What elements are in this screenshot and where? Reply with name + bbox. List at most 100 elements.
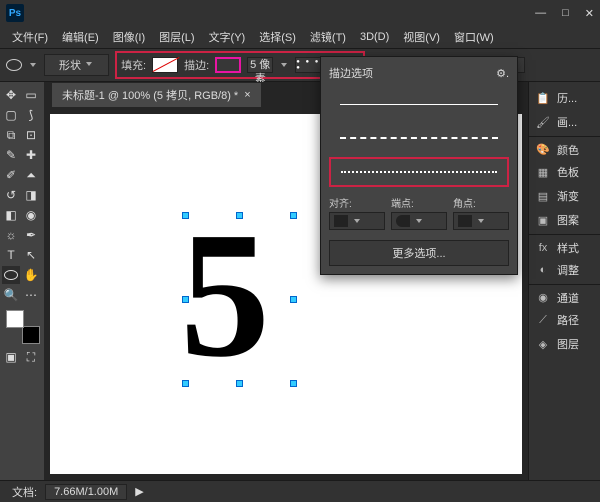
artboard-tool[interactable]: ▭ xyxy=(22,86,40,104)
status-arrow-icon[interactable]: ▶ xyxy=(135,485,143,498)
panel-patterns[interactable]: ▣图案 xyxy=(529,208,600,232)
fg-color[interactable] xyxy=(6,310,24,328)
panel-swatches[interactable]: ▦色板 xyxy=(529,160,600,184)
panel-gradients[interactable]: ▤渐变 xyxy=(529,184,600,208)
quickmask-tool[interactable]: ▣ xyxy=(2,348,20,366)
menu-edit[interactable]: 编辑(E) xyxy=(56,27,105,47)
panel-styles[interactable]: fx样式 xyxy=(529,234,600,258)
panel-layers[interactable]: ◈图层 xyxy=(529,332,600,356)
zoom-tool[interactable]: 🔍 xyxy=(2,286,20,304)
eyedropper-tool[interactable]: ✎ xyxy=(2,146,20,164)
menu-layer[interactable]: 图层(L) xyxy=(153,27,200,47)
crop-tool[interactable]: ⧉ xyxy=(2,126,20,144)
tab-close-icon[interactable]: × xyxy=(244,89,250,101)
panel-channels[interactable]: ◉通道 xyxy=(529,284,600,308)
stamp-tool[interactable]: ⏶ xyxy=(22,166,40,184)
tools-panel: ✥ ▭ ▢ ⟆ ⧉ ⊡ ✎ ✚ ✐ ⏶ ↺ ◨ ◧ ◉ ☼ ✒ T ↖ ✋ 🔍 … xyxy=(0,82,44,480)
stroke-style-solid[interactable] xyxy=(329,89,509,119)
stroke-label: 描边: xyxy=(184,57,209,73)
transform-handle[interactable] xyxy=(182,380,189,387)
menu-image[interactable]: 图像(I) xyxy=(107,27,151,47)
menu-window[interactable]: 窗口(W) xyxy=(448,27,500,47)
stroke-align-select[interactable] xyxy=(329,212,385,230)
eraser-tool[interactable]: ◨ xyxy=(22,186,40,204)
panel-history[interactable]: 📋历... xyxy=(529,86,600,110)
transform-handle[interactable] xyxy=(290,296,297,303)
transform-handle[interactable] xyxy=(290,380,297,387)
blur-tool[interactable]: ◉ xyxy=(22,206,40,224)
more-options-button[interactable]: 更多选项... xyxy=(329,240,509,266)
minimize-button[interactable]: — xyxy=(535,7,546,20)
stroke-swatch[interactable] xyxy=(215,57,241,73)
marquee-tool[interactable]: ▢ xyxy=(2,106,20,124)
color-icon: 🎨 xyxy=(535,143,551,157)
ellipse-tool[interactable] xyxy=(2,266,20,284)
history-icon: 📋 xyxy=(535,91,551,105)
stroke-options-popup: 描边选项 ⚙. 对齐: 端点: 角点: 更多选项... xyxy=(320,56,518,275)
status-doc-label: 文档: xyxy=(12,484,37,500)
gradient-tool[interactable]: ◧ xyxy=(2,206,20,224)
shape-mode-select[interactable]: 形状 xyxy=(44,54,109,76)
layers-icon: ◈ xyxy=(535,337,551,351)
type-tool[interactable]: T xyxy=(2,246,20,264)
tool-preset-dropdown[interactable] xyxy=(28,60,38,70)
panel-brushes[interactable]: 🖌画... xyxy=(529,110,600,134)
healing-tool[interactable]: ✚ xyxy=(22,146,40,164)
current-tool-icon xyxy=(6,59,22,71)
channel-icon: ◉ xyxy=(535,291,551,305)
status-filesize[interactable]: 7.66M/1.00M xyxy=(45,484,127,500)
stroke-style-dotted[interactable] xyxy=(329,157,509,187)
transform-handle[interactable] xyxy=(182,296,189,303)
right-panels: 📋历... 🖌画... 🎨颜色 ▦色板 ▤渐变 ▣图案 fx样式 ◐调整 ◉通道… xyxy=(528,82,600,480)
pen-tool[interactable]: ✒ xyxy=(22,226,40,244)
edit-toolbar[interactable]: ⋯ xyxy=(22,286,40,304)
transform-handle[interactable] xyxy=(236,212,243,219)
move-tool[interactable]: ✥ xyxy=(2,86,20,104)
stroke-style-dashed[interactable] xyxy=(329,123,509,153)
popup-gear-icon[interactable]: ⚙. xyxy=(496,67,509,80)
shape-glyph-5[interactable]: 5 xyxy=(180,214,270,376)
brush-tool[interactable]: ✐ xyxy=(2,166,20,184)
stroke-width-dropdown[interactable] xyxy=(279,60,289,70)
swatch-icon: ▦ xyxy=(535,165,551,179)
menu-file[interactable]: 文件(F) xyxy=(6,27,54,47)
fx-icon: fx xyxy=(535,241,551,255)
menu-3d[interactable]: 3D(D) xyxy=(354,29,395,45)
panel-adjustments[interactable]: ◐调整 xyxy=(529,258,600,282)
panel-paths[interactable]: ⟋路径 xyxy=(529,308,600,332)
menu-view[interactable]: 视图(V) xyxy=(397,27,446,47)
stroke-width-field[interactable]: 5 像素 xyxy=(247,57,273,73)
dodge-tool[interactable]: ☼ xyxy=(2,226,20,244)
frame-tool[interactable]: ⊡ xyxy=(22,126,40,144)
close-button[interactable]: ✕ xyxy=(585,7,594,20)
path-select-tool[interactable]: ↖ xyxy=(22,246,40,264)
fg-bg-swatches[interactable] xyxy=(6,310,42,346)
menu-filter[interactable]: 滤镜(T) xyxy=(304,27,352,47)
align-label: 对齐: xyxy=(329,195,385,210)
screenmode-tool[interactable]: ⛶ xyxy=(22,348,40,366)
stroke-caps-select[interactable] xyxy=(391,212,447,230)
menu-text[interactable]: 文字(Y) xyxy=(203,27,252,47)
history-brush-tool[interactable]: ↺ xyxy=(2,186,20,204)
hand-tool[interactable]: ✋ xyxy=(22,266,40,284)
fill-label: 填充: xyxy=(121,57,146,73)
document-tab[interactable]: 未标题-1 @ 100% (5 拷贝, RGB/8) * × xyxy=(52,83,261,107)
fill-swatch[interactable] xyxy=(152,57,178,73)
path-icon: ⟋ xyxy=(535,313,551,327)
popup-title: 描边选项 xyxy=(329,65,373,81)
app-logo: Ps xyxy=(6,4,24,22)
menu-select[interactable]: 选择(S) xyxy=(253,27,302,47)
corners-icon xyxy=(458,215,472,227)
transform-handle[interactable] xyxy=(182,212,189,219)
stroke-corners-select[interactable] xyxy=(453,212,509,230)
bg-color[interactable] xyxy=(22,326,40,344)
status-bar: 文档: 7.66M/1.00M ▶ xyxy=(0,480,600,502)
corners-label: 角点: xyxy=(453,195,509,210)
transform-handle[interactable] xyxy=(236,380,243,387)
document-title: 未标题-1 @ 100% (5 拷贝, RGB/8) * xyxy=(62,87,238,103)
transform-handle[interactable] xyxy=(290,212,297,219)
caps-label: 端点: xyxy=(391,195,447,210)
panel-color[interactable]: 🎨颜色 xyxy=(529,136,600,160)
lasso-tool[interactable]: ⟆ xyxy=(22,106,40,124)
maximize-button[interactable]: □ xyxy=(562,7,569,20)
